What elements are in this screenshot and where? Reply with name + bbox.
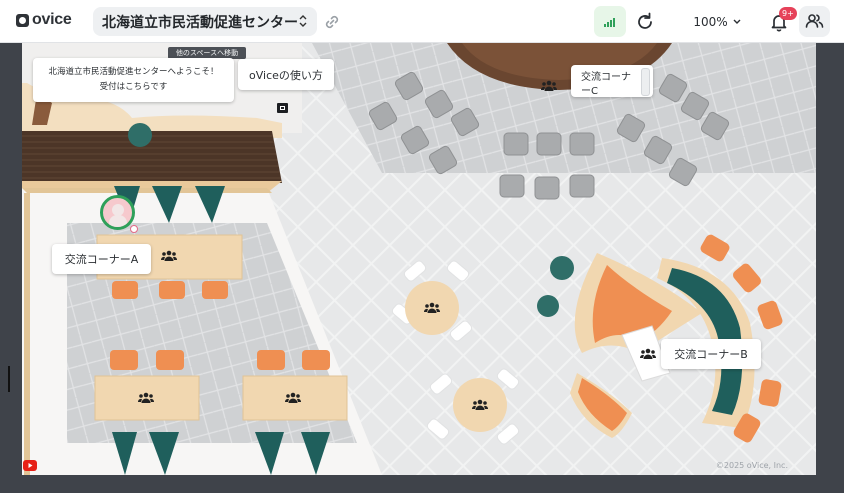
people-icon [285,392,301,403]
reload-icon[interactable] [633,10,657,34]
space-selector-chevron-icon [299,15,307,27]
embed-icon[interactable] [277,103,288,113]
user-avatar[interactable] [100,195,135,230]
people-icon [541,80,557,91]
corner-b-label[interactable]: 交流コーナーB [661,339,761,369]
notification-badge: 9+ [779,7,797,20]
ovice-logo-text: ovice [32,11,72,28]
virtual-office-map[interactable]: 他のスペースへ移動 北海道立市民活動促進センターへようこそ！ 受付はこちらです … [22,43,816,475]
corner-a-label[interactable]: 交流コーナーA [52,244,151,274]
welcome-line-2: 受付はこちらです [99,82,168,92]
space-selector[interactable]: 北海道立市民活動促進センター [93,7,317,36]
text-cursor [8,366,10,392]
copyright-text: ©2025 oVice, Inc. [715,461,788,470]
signal-icon [604,18,615,27]
welcome-line-1: 北海道立市民活動促進センターへようこそ！ [48,67,219,77]
link-icon[interactable] [322,12,342,32]
top-bar: ovice 北海道立市民活動促進センター 100% 9+ [0,0,844,43]
howto-label: oViceの使い方 [249,68,323,82]
corner-a-text: 交流コーナーA [64,253,139,266]
corner-c-scrollbar[interactable] [641,68,650,96]
connection-quality-button[interactable] [594,6,626,37]
people-icon [161,250,177,261]
zoom-level: 100% [693,14,728,29]
corner-c-text: 交流コーナーC [581,72,631,97]
people-icon [424,302,440,313]
corner-b-text: 交流コーナーB [674,348,748,361]
zoom-selector[interactable]: 100% [686,8,748,35]
corner-c-label[interactable]: 交流コーナーC [571,65,653,97]
people-icon [472,399,488,410]
welcome-sign[interactable]: 北海道立市民活動促進センターへようこそ！ 受付はこちらです [33,58,234,102]
space-name: 北海道立市民活動促進センター [102,14,298,31]
people-icon [138,392,154,403]
youtube-icon[interactable] [23,460,37,471]
howto-link[interactable]: oViceの使い方 [238,59,334,90]
avatar-status-indicator [130,225,138,233]
members-icon [805,14,824,28]
members-button[interactable] [799,6,830,37]
avatar-body [109,215,127,227]
ovice-logo[interactable]: ovice [16,11,72,29]
ovice-logo-mark-icon [16,13,29,27]
people-icon [640,348,656,359]
zoom-chevron-icon [733,19,741,24]
